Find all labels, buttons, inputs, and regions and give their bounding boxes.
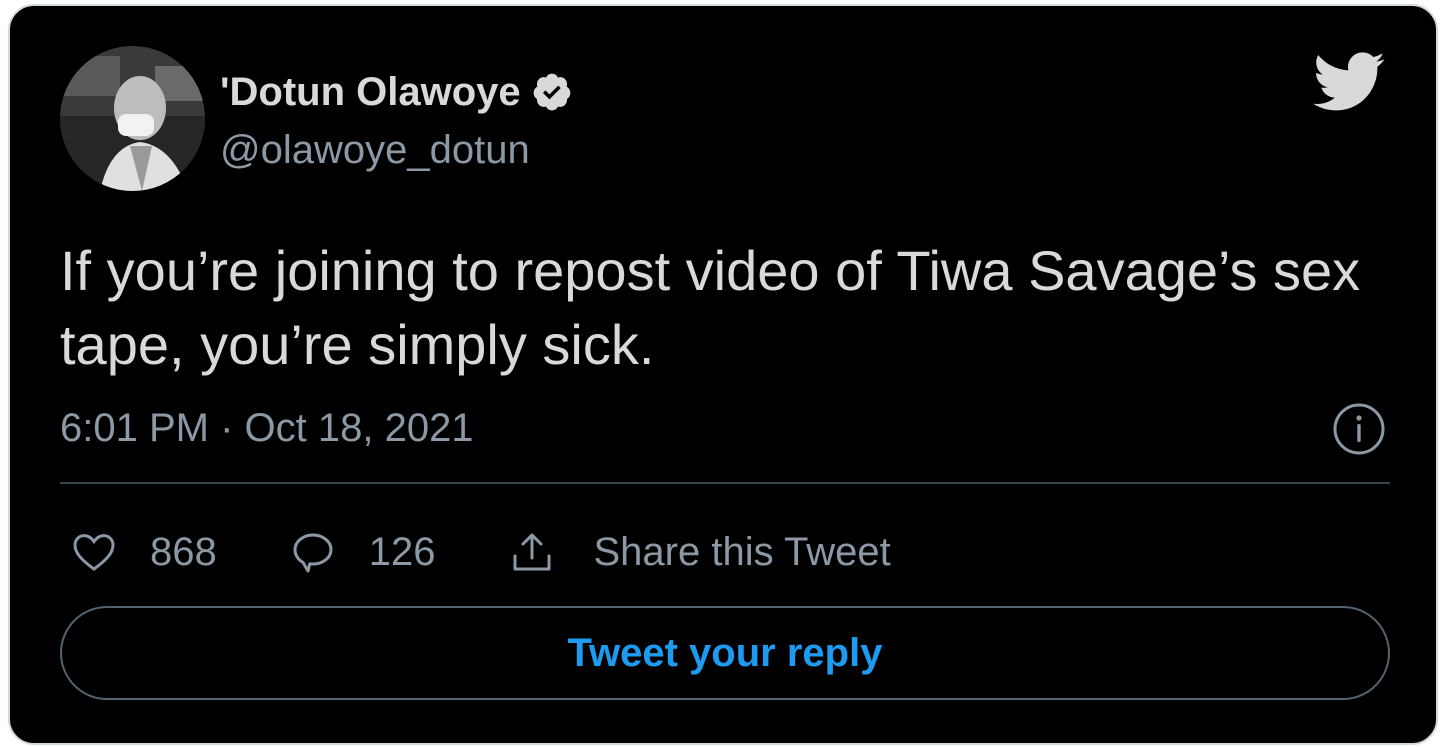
like-count: 868 — [150, 529, 217, 574]
twitter-bird-icon[interactable] — [1310, 50, 1386, 116]
tweet-reply-button[interactable]: Tweet your reply — [60, 606, 1390, 700]
avatar-photo-icon — [60, 46, 205, 191]
comment-icon — [293, 533, 333, 573]
reply-count: 126 — [368, 529, 436, 574]
share-button[interactable]: Share this Tweet — [508, 528, 891, 576]
share-icon — [513, 533, 550, 571]
share-label: Share this Tweet — [593, 529, 891, 574]
reply-button[interactable]: 126 — [289, 528, 436, 576]
author-name-row: 'Dotun Olawoye — [220, 68, 573, 116]
tweet-card: 'Dotun Olawoye @olawoye_dotun If you’re … — [8, 4, 1438, 745]
author-avatar[interactable] — [60, 46, 205, 191]
verified-badge-icon — [533, 73, 571, 111]
info-icon[interactable] — [1332, 402, 1386, 456]
action-bar: 868 126 Share this Tweet — [60, 522, 891, 582]
author-handle[interactable]: @olawoye_dotun — [220, 126, 530, 174]
heart-icon — [73, 534, 115, 571]
divider — [60, 482, 1390, 484]
like-button[interactable]: 868 — [70, 528, 217, 576]
tweet-timestamp[interactable]: 6:01 PM · Oct 18, 2021 — [60, 402, 474, 454]
author-name[interactable]: 'Dotun Olawoye — [220, 68, 521, 116]
tweet-text: If you’re joining to repost video of Tiw… — [60, 239, 1361, 376]
